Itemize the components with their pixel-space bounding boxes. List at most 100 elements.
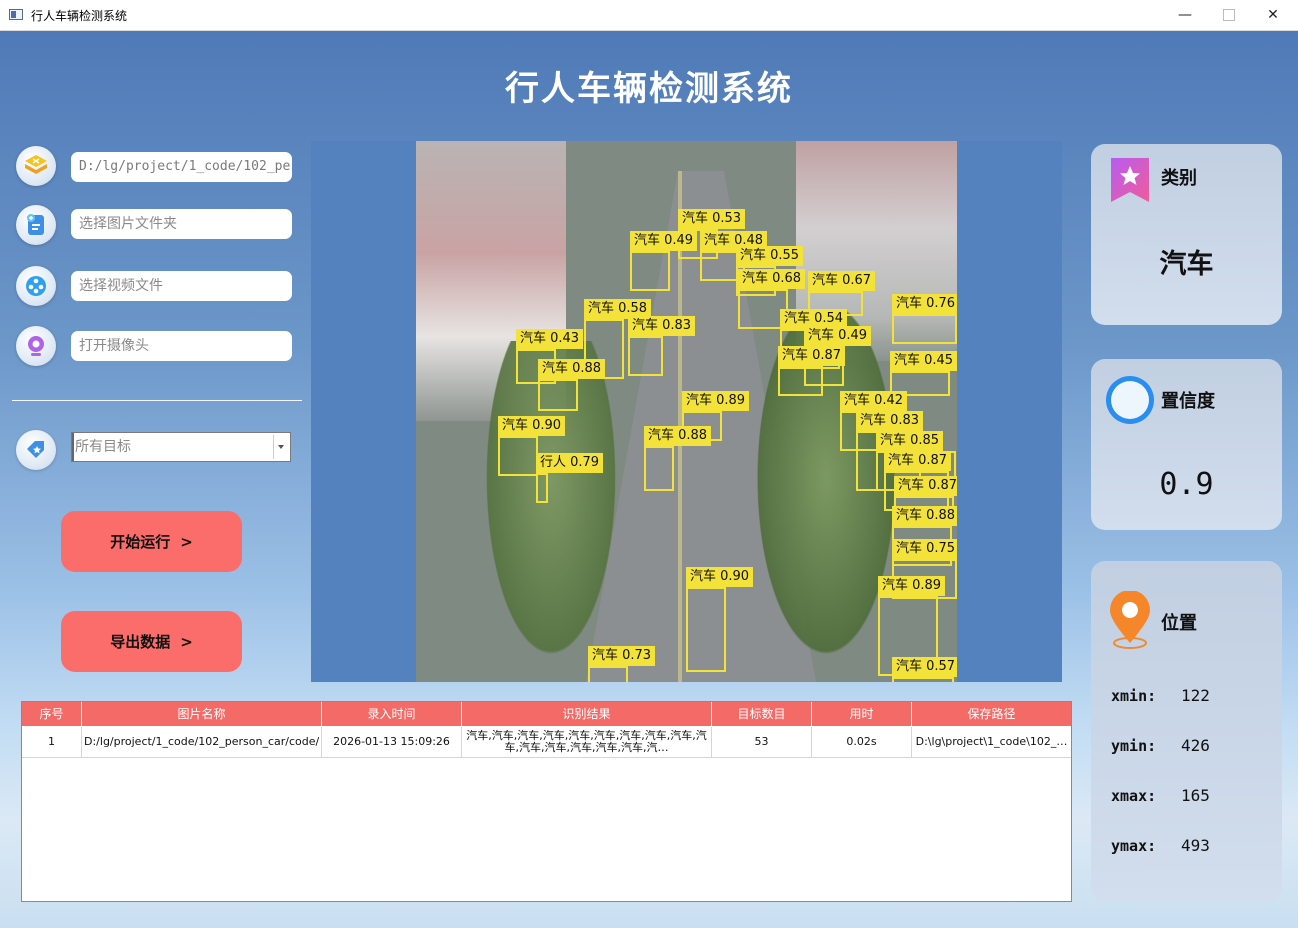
detection-image: 汽车 0.53 汽车 0.49 汽车 0.48 汽车 0.55 汽车 0.68 汽车 0.… <box>416 141 957 682</box>
table-cell: 53 <box>712 727 812 757</box>
cell-text: D:/lg/project/1_code/102_person_car/code… <box>84 736 319 748</box>
tag-icon <box>27 441 44 458</box>
category-value: 汽车 <box>1159 249 1214 280</box>
target-filter-select[interactable]: 所有目标 <box>71 432 291 462</box>
detection-label: 汽车 0.68 <box>738 269 806 289</box>
close-icon: ✕ <box>1267 7 1279 23</box>
close-button[interactable]: ✕ <box>1250 0 1296 30</box>
document-add-icon <box>27 214 44 235</box>
detection-label: 汽车 0.90 <box>498 416 566 436</box>
table-cell: D:\lg\project\1_code\102_… <box>912 727 1071 757</box>
video-file-button[interactable] <box>16 266 56 306</box>
detection-label: 汽车 0.49 <box>630 231 698 251</box>
target-filter-value: 所有目标 <box>75 439 131 455</box>
xmax-label: xmax: <box>1111 787 1157 805</box>
column-header[interactable]: 录入时间 <box>322 702 462 726</box>
detection-box: 汽车 0.57 <box>892 657 957 682</box>
detection-box: 汽车 0.88 <box>538 359 606 411</box>
title-bar: 行人车辆检测系统 — ✕ <box>0 0 1298 31</box>
detection-label: 汽车 0.89 <box>878 576 946 596</box>
table-cell: 1 <box>22 727 82 757</box>
category-card: 类别 汽车 <box>1091 144 1282 325</box>
location-pin-icon <box>1110 591 1150 649</box>
chevron-down-icon[interactable] <box>273 435 288 459</box>
export-button[interactable]: 导出数据 > <box>61 611 242 672</box>
column-header[interactable]: 保存路径 <box>912 702 1071 726</box>
main-window: 行人车辆检测系统 D:/lg/project/1_code/102_pe 选择图… <box>0 31 1298 928</box>
detection-label: 汽车 0.57 <box>892 657 957 677</box>
maximize-icon <box>1223 9 1235 21</box>
table-header: 序号 图片名称 录入时间 识别结果 目标数目 用时 保存路径 <box>22 702 1071 726</box>
detection-label: 汽车 0.42 <box>840 391 908 411</box>
detection-label: 汽车 0.67 <box>808 271 876 291</box>
maximize-button[interactable] <box>1206 0 1252 30</box>
detection-label: 汽车 0.88 <box>644 426 712 446</box>
column-header[interactable]: 目标数目 <box>712 702 812 726</box>
cell-text: D:\lg\project\1_code\102_… <box>915 736 1068 748</box>
table-row[interactable]: 1 D:/lg/project/1_code/102_person_car/co… <box>22 727 1071 758</box>
start-button-label: 开始运行 <box>110 533 171 551</box>
start-button[interactable]: 开始运行 > <box>61 511 242 572</box>
minimize-icon: — <box>1178 7 1192 23</box>
results-table: 序号 图片名称 录入时间 识别结果 目标数目 用时 保存路径 1 D:/lg/p… <box>21 701 1072 902</box>
column-header[interactable]: 识别结果 <box>462 702 712 726</box>
camera-icon <box>28 336 44 356</box>
detection-label: 汽车 0.87 <box>884 451 952 471</box>
column-header[interactable]: 用时 <box>812 702 912 726</box>
image-folder-field[interactable]: 选择图片文件夹 <box>71 209 292 239</box>
column-header[interactable]: 序号 <box>22 702 82 726</box>
table-cell: D:/lg/project/1_code/102_person_car/code… <box>82 727 322 757</box>
xmin-label: xmin: <box>1111 687 1157 705</box>
confidence-card: 置信度 0.9 <box>1091 359 1282 530</box>
model-file-button[interactable] <box>16 146 56 186</box>
detection-box: 汽车 0.73 <box>588 646 656 682</box>
position-title: 位置 <box>1161 613 1197 634</box>
detection-label: 汽车 0.88 <box>892 506 957 526</box>
export-button-label: 导出数据 <box>110 633 171 651</box>
select-edge <box>72 433 74 461</box>
minimize-button[interactable]: — <box>1162 0 1208 30</box>
detection-label: 汽车 0.87 <box>778 346 846 366</box>
camera-field[interactable]: 打开摄像头 <box>71 331 292 361</box>
cell-text: 汽车,汽车,汽车,汽车,汽车,汽车,汽车,汽车,汽车,汽车,汽车,汽车,汽车,汽… <box>466 730 707 754</box>
app-icon <box>9 9 23 20</box>
ymax-label: ymax: <box>1111 837 1157 855</box>
detection-label: 汽车 0.89 <box>682 391 750 411</box>
detection-label: 汽车 0.83 <box>628 316 696 336</box>
detection-box: 汽车 0.90 <box>686 567 754 672</box>
detection-label: 汽车 0.45 <box>890 351 957 371</box>
column-header[interactable]: 图片名称 <box>82 702 322 726</box>
divider <box>12 400 302 401</box>
detection-box: 行人 0.79 <box>536 453 604 503</box>
detection-label: 汽车 0.55 <box>736 246 804 266</box>
model-icon <box>25 155 47 174</box>
xmin-value: 122 <box>1181 686 1210 705</box>
xmax-value: 165 <box>1181 786 1210 805</box>
ymin-label: ymin: <box>1111 737 1157 755</box>
page-title: 行人车辆检测系统 <box>505 69 793 109</box>
video-file-field[interactable]: 选择视频文件 <box>71 271 292 301</box>
detection-label: 汽车 0.85 <box>876 431 944 451</box>
ymax-value: 493 <box>1181 836 1210 855</box>
detection-label: 汽车 0.53 <box>678 209 746 229</box>
position-card: 位置 xmin: 122 ymin: 426 xmax: 165 ymax: 4… <box>1091 561 1282 902</box>
camera-button[interactable] <box>16 326 56 366</box>
chevron-right-icon: > <box>180 532 193 551</box>
detection-box: 汽车 0.90 <box>498 416 566 476</box>
confidence-title: 置信度 <box>1161 391 1215 412</box>
detection-box: 汽车 0.76 <box>892 294 957 344</box>
detection-label: 汽车 0.43 <box>516 329 584 349</box>
image-folder-button[interactable] <box>16 205 56 245</box>
ymin-value: 426 <box>1181 736 1210 755</box>
detection-label: 汽车 0.73 <box>588 646 656 666</box>
filter-tag-icon-holder <box>16 430 56 470</box>
table-cell: 汽车,汽车,汽车,汽车,汽车,汽车,汽车,汽车,汽车,汽车,汽车,汽车,汽车,汽… <box>462 727 712 757</box>
confidence-value: 0.9 <box>1159 467 1214 502</box>
detection-box: 汽车 0.88 <box>644 426 712 491</box>
detection-label: 汽车 0.90 <box>686 567 754 587</box>
model-path-field[interactable]: D:/lg/project/1_code/102_pe <box>71 152 292 182</box>
image-display: 汽车 0.53 汽车 0.49 汽车 0.48 汽车 0.55 汽车 0.68 汽车 0.… <box>311 141 1062 682</box>
detection-label: 汽车 0.49 <box>804 326 872 346</box>
detection-box: 汽车 0.49 <box>630 231 698 291</box>
bookmark-star-icon <box>1111 158 1149 202</box>
